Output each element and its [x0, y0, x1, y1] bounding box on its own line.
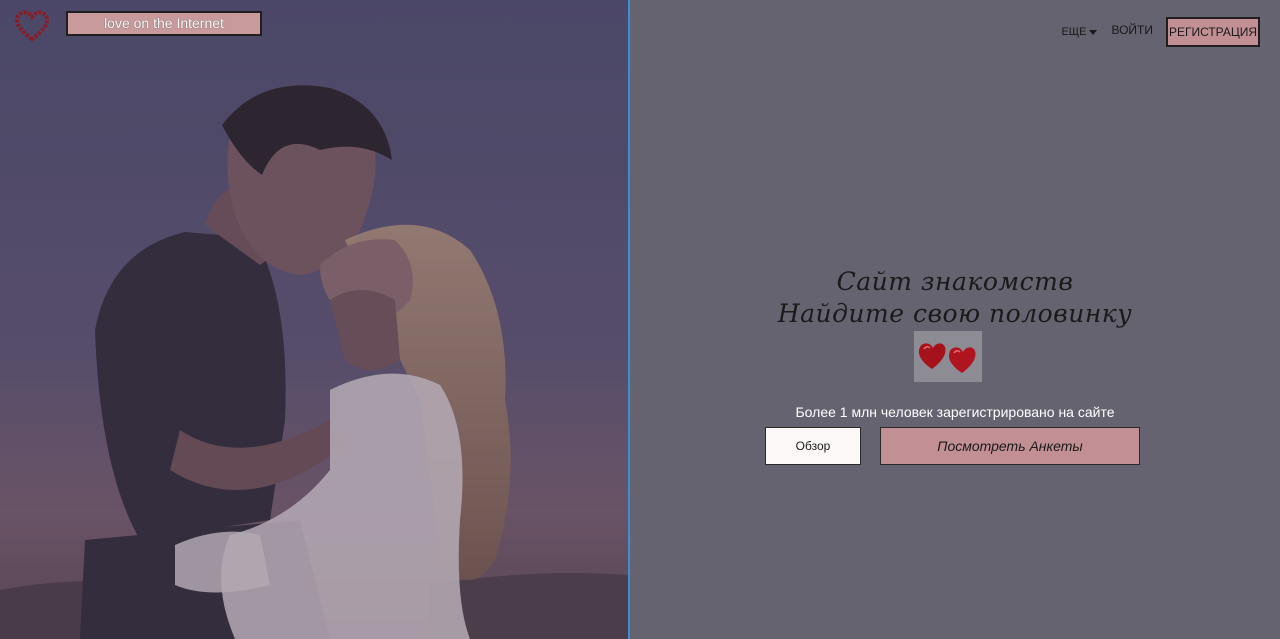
browse-button[interactable]: Обзор [765, 427, 861, 465]
landing-panel: ЕЩЕ ВОЙТИ РЕГИСТРАЦИЯ Сайт знакомств Най… [630, 0, 1280, 639]
tagline: Более 1 млн человек зарегистрировано на … [795, 404, 1115, 420]
page: love on the Internet ЕЩЕ ВОЙТИ РЕГИСТРАЦ… [0, 0, 1280, 639]
top-nav: ЕЩЕ ВОЙТИ РЕГИСТРАЦИЯ [1061, 17, 1260, 47]
heart-logo-icon[interactable] [14, 8, 50, 42]
couple-photo [0, 0, 628, 639]
more-menu-label: ЕЩЕ [1061, 26, 1087, 38]
hearts-image [914, 331, 982, 382]
chevron-down-icon [1089, 30, 1098, 35]
hero-section: Сайт знакомств Найдите свою половинку [630, 266, 1280, 382]
brand-name[interactable]: love on the Internet [66, 11, 262, 36]
more-menu[interactable]: ЕЩЕ [1061, 26, 1098, 38]
register-button[interactable]: РЕГИСТРАЦИЯ [1166, 17, 1260, 47]
hero-title-line1: Сайт знакомств [836, 267, 1074, 296]
hero-title-line2: Найдите свою половинку [777, 299, 1133, 328]
view-profiles-button[interactable]: Посмотреть Анкеты [880, 427, 1140, 465]
login-link[interactable]: ВОЙТИ [1111, 23, 1153, 37]
hero-photo-panel: love on the Internet [0, 0, 630, 639]
